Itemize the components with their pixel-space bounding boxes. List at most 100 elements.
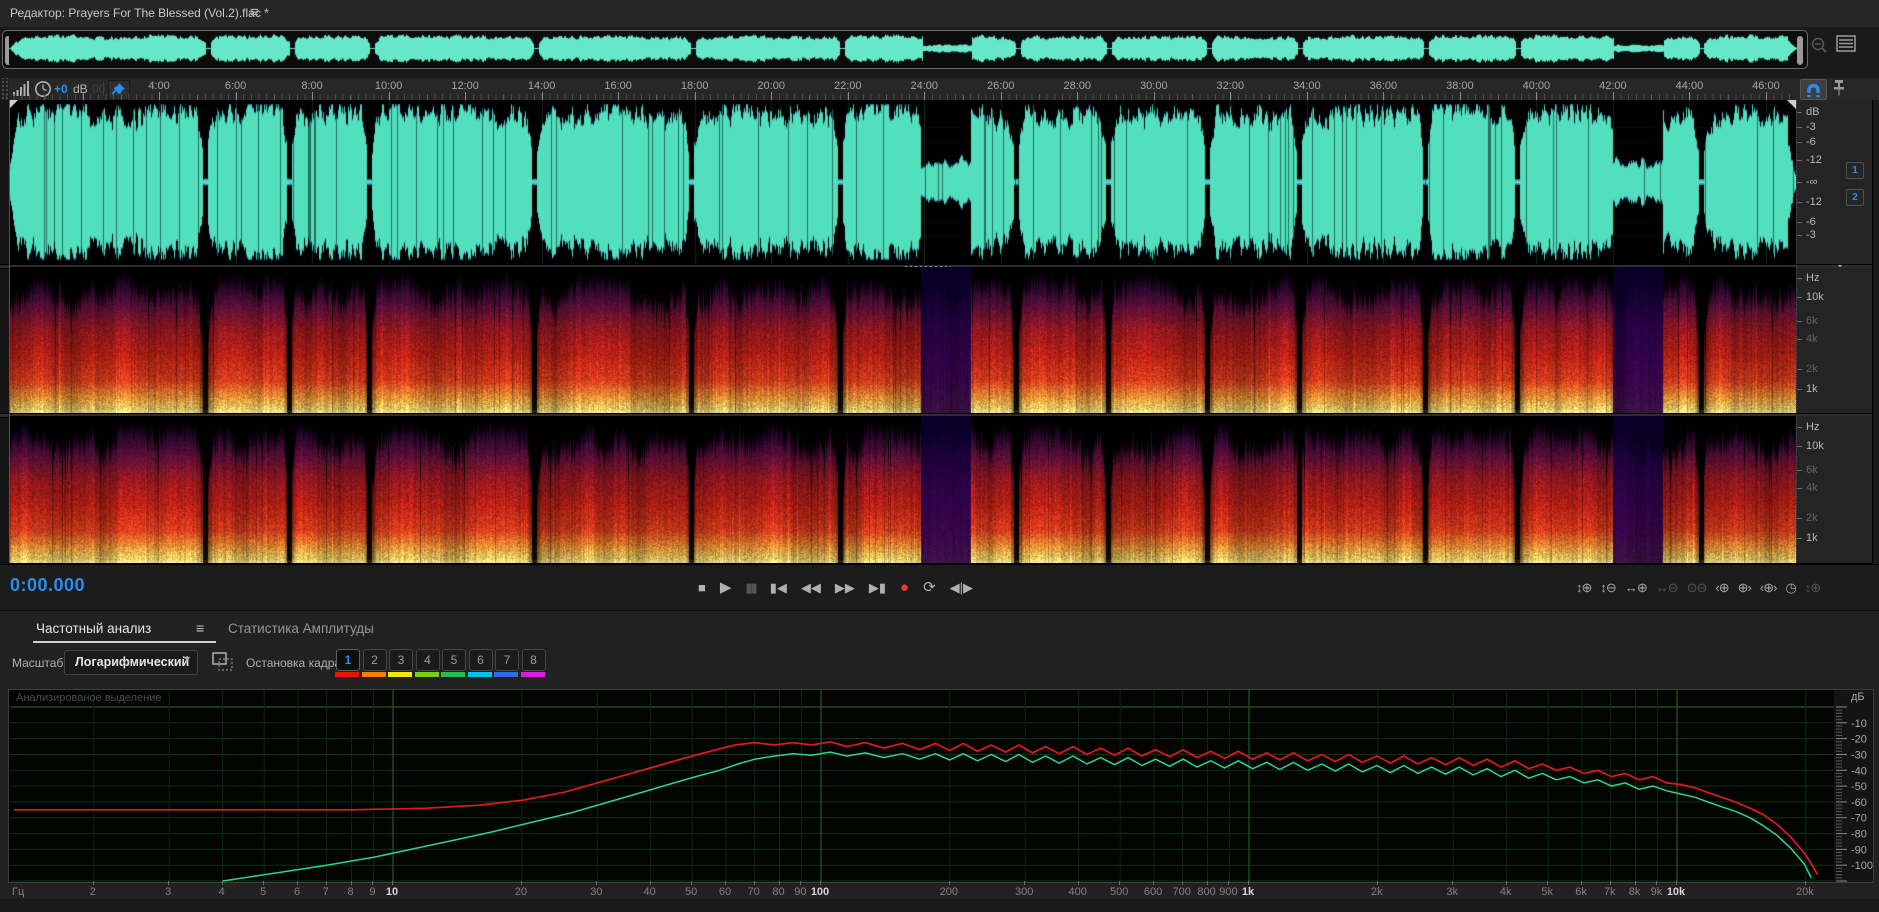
spectrogram-canvas-ch2[interactable] xyxy=(9,416,1796,563)
timeline-ruler[interactable]: 4:00 6:00 8:00 10:00 12:00 14:00 16:00 18:00 20:… xyxy=(0,78,1800,100)
ruler-label: 26:00 xyxy=(986,80,1015,92)
frequency-scale-ch2: Hz 10k 6k 4k 2k 1k xyxy=(1796,416,1873,563)
frame-hold-button-2[interactable]: 2 xyxy=(362,649,387,671)
channel-button-2[interactable]: 2 xyxy=(1846,189,1864,206)
zoom-in-point-button[interactable]: ‹⊕ xyxy=(1715,580,1729,596)
zoom-out-full-icon[interactable] xyxy=(1808,35,1830,57)
freq-axis-label: 7 xyxy=(322,886,329,898)
waveform-canvas[interactable] xyxy=(9,100,1796,264)
zoom-out-horizontal-button[interactable]: ↔⊖ xyxy=(1656,580,1679,596)
tab-amplitude-statistics[interactable]: Статистика Амплитуды xyxy=(228,621,374,636)
svg-text:-30: -30 xyxy=(1851,750,1867,762)
ruler-label: 22:00 xyxy=(833,80,862,92)
skip-back-button[interactable]: ▮◀ xyxy=(770,576,787,600)
db-scale-label: -12 xyxy=(1806,154,1822,166)
selection-grip-right[interactable] xyxy=(1787,100,1796,109)
marker-pin-button[interactable] xyxy=(1830,79,1850,98)
loop-playback-button[interactable]: ⟳ xyxy=(923,576,936,600)
zoom-vertical-alt-button[interactable]: ↕⊕ xyxy=(1805,580,1821,596)
freq-axis-tick xyxy=(949,881,950,885)
zoom-out-vertical-button[interactable]: ↕⊖ xyxy=(1600,580,1616,596)
hz-scale-label: 6k xyxy=(1806,315,1818,327)
editor-left-grip[interactable] xyxy=(0,100,9,564)
hz-scale-tick xyxy=(1797,297,1802,298)
zoom-selection-button[interactable]: ‹⊕› xyxy=(1760,580,1778,596)
tab-menu-icon[interactable]: ≡ xyxy=(196,620,204,636)
ruler-tick xyxy=(388,92,390,100)
skip-forward-button[interactable]: ▶▮ xyxy=(869,576,886,600)
hz-scale-label: Hz xyxy=(1806,272,1820,284)
ruler-tick xyxy=(1230,92,1232,100)
freq-axis-tick xyxy=(1182,881,1183,885)
magnetism-button[interactable] xyxy=(1800,79,1827,100)
db-scale-tick xyxy=(1797,222,1802,223)
freq-axis-label: 40 xyxy=(643,886,656,898)
ruler-label: 20:00 xyxy=(757,80,785,92)
channel-button-1[interactable]: 1 xyxy=(1846,162,1864,179)
app-window: Редактор: Prayers For The Blessed (Vol.2… xyxy=(0,0,1879,912)
panel-menu-icon[interactable]: ≡ xyxy=(250,4,259,21)
hz-scale-tick xyxy=(1797,518,1802,519)
overview-right-handle[interactable] xyxy=(1797,36,1803,65)
playhead[interactable] xyxy=(9,100,10,563)
record-button[interactable]: ● xyxy=(900,576,909,600)
ruler-tick xyxy=(1536,92,1538,100)
ruler-label: 16:00 xyxy=(604,80,632,92)
freq-axis-tick xyxy=(1506,881,1507,885)
ruler-tick xyxy=(847,92,849,100)
spectrogram-canvas-ch1[interactable] xyxy=(9,267,1796,413)
freq-axis-tick xyxy=(1581,881,1582,885)
svg-text:-90: -90 xyxy=(1851,844,1867,856)
hz-scale-tick xyxy=(1797,389,1802,390)
freq-axis-label: 6k xyxy=(1575,886,1587,898)
copy-graph-icon[interactable] xyxy=(211,651,235,672)
ruler-label: 4:00 xyxy=(148,80,170,92)
selection-grip-left[interactable] xyxy=(9,100,18,109)
tab-frequency-analysis[interactable]: Частотный анализ xyxy=(36,621,151,636)
hz-scale-tick xyxy=(1797,488,1802,489)
rewind-button[interactable]: ◀◀ xyxy=(801,576,821,600)
freq-axis-tick xyxy=(372,881,373,885)
frame-hold-button-3[interactable]: 3 xyxy=(389,649,413,671)
skip-selection-button[interactable]: ◀|▶ xyxy=(950,576,973,600)
frame-hold-button-1[interactable]: 1 xyxy=(336,649,360,671)
frame-hold-button-4[interactable]: 4 xyxy=(415,649,440,671)
play-button[interactable]: ▶ xyxy=(720,576,732,600)
vertical-scrollbar[interactable] xyxy=(1872,100,1879,564)
svg-text:-60: -60 xyxy=(1851,797,1867,809)
ruler-label: 6:00 xyxy=(224,80,247,92)
stop-button[interactable]: ■ xyxy=(698,576,706,600)
db-scale-label: -3 xyxy=(1806,121,1816,133)
hz-scale-tick xyxy=(1797,470,1802,471)
ruler-tick xyxy=(1077,92,1079,100)
zoom-duration-button[interactable]: ◷ xyxy=(1785,580,1796,596)
zoom-out-point-button[interactable]: ⊕› xyxy=(1738,580,1752,596)
freq-axis-label: 7k xyxy=(1603,886,1616,898)
time-display[interactable]: 0:00.000 xyxy=(10,575,85,596)
freq-axis-tick xyxy=(1024,881,1025,885)
ruler-tick xyxy=(1765,92,1767,100)
freq-axis-tick xyxy=(1656,881,1657,885)
ruler-label: 32:00 xyxy=(1216,80,1245,92)
freq-axis-tick xyxy=(392,881,393,885)
frame-hold-button-7[interactable]: 7 xyxy=(495,649,519,671)
zoom-reset-button[interactable]: ⊙⊖ xyxy=(1687,580,1708,596)
frame-hold-button-6[interactable]: 6 xyxy=(468,649,493,671)
hz-scale-tick xyxy=(1797,446,1802,447)
overview-waveform-canvas[interactable] xyxy=(9,33,1797,64)
frame-hold-color-8 xyxy=(520,672,545,677)
frequency-plot[interactable]: дБ -10 -20 -30 -40 -50 -60 -70 -80 -90 -100 xyxy=(8,689,1874,883)
frame-hold-button-5[interactable]: 5 xyxy=(442,649,466,671)
db-scale-label: -12 xyxy=(1806,196,1822,208)
fast-forward-button[interactable]: ▶▶ xyxy=(835,576,855,600)
zoom-in-vertical-button[interactable]: ↕⊕ xyxy=(1576,580,1592,596)
pause-button[interactable]: ▮▮ xyxy=(745,576,757,600)
scale-dropdown[interactable]: Логарифмический ▾ xyxy=(64,650,198,675)
freq-axis-label: 10 xyxy=(385,886,399,898)
transport-buttons: ■ ▶ ▮▮ ▮◀ ◀◀ ▶▶ ▶▮ ● ⟳ ◀|▶ xyxy=(698,576,973,600)
frame-hold-button-8[interactable]: 8 xyxy=(521,649,546,671)
zoom-in-horizontal-button[interactable]: ↔⊕ xyxy=(1625,580,1648,596)
hz-scale-label: 6k xyxy=(1806,464,1818,476)
freq-axis-tick xyxy=(1452,881,1453,885)
overview-menu-icon[interactable] xyxy=(1836,35,1858,55)
